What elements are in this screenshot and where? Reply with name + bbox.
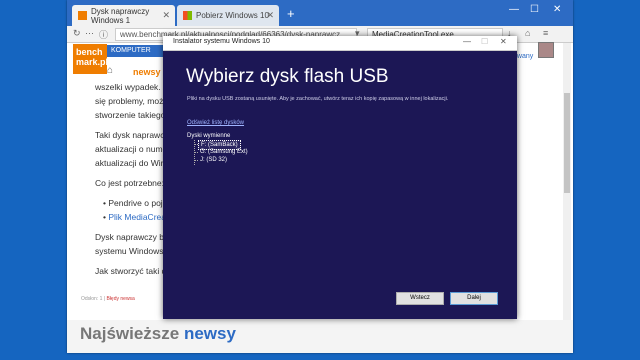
close-tab-icon[interactable]: ✕: [162, 10, 170, 21]
report-error-link[interactable]: Błędy newsa: [106, 296, 134, 302]
minimize-icon[interactable]: —: [463, 37, 471, 46]
dialog-title: Instalator systemu Windows 10: [173, 38, 270, 45]
avatar[interactable]: [538, 42, 554, 58]
drive-item-j[interactable]: J: (SD 32): [198, 156, 229, 164]
page-title: Wybierz dysk flash USB: [186, 66, 389, 87]
reload-icon[interactable]: ↻: [73, 28, 81, 39]
close-window-icon[interactable]: ✕: [553, 4, 561, 15]
article-meta: Odsłon: 1 | Błędy newsa: [81, 296, 135, 302]
article-link[interactable]: Plik MediaCrea: [108, 212, 166, 222]
new-tab-icon[interactable]: +: [287, 6, 295, 21]
maximize-icon[interactable]: ☐: [530, 4, 539, 15]
logo-text: bench: [76, 47, 103, 57]
tab-label: Pobierz Windows 10: [196, 11, 269, 20]
microsoft-favicon-icon: [183, 11, 192, 20]
drives-label: Dyski wymienne: [187, 133, 231, 139]
more-icon[interactable]: ⋯: [85, 28, 94, 39]
back-button[interactable]: Wstecz: [396, 292, 444, 305]
scrollbar-thumb[interactable]: [564, 93, 570, 193]
benchmark-favicon-icon: [78, 11, 87, 20]
close-tab-icon[interactable]: ✕: [266, 10, 274, 21]
drive-item-g[interactable]: G: (Samsung Ext): [198, 148, 250, 156]
tab-pobierz-windows[interactable]: Pobierz Windows 10 ✕: [177, 5, 279, 26]
tab-bar: Dysk naprawczy Windows 1 ✕ Pobierz Windo…: [67, 0, 573, 26]
scrollbar[interactable]: [563, 43, 571, 353]
minimize-icon[interactable]: —: [509, 4, 519, 15]
refresh-drives-link[interactable]: Odśwież listę dysków: [187, 120, 244, 126]
section-title: Najświeższe newsy: [80, 324, 236, 343]
menu-icon[interactable]: ≡: [543, 28, 548, 38]
logo-text: mark.pl: [76, 57, 109, 67]
benchmark-logo[interactable]: bench mark.pl: [73, 44, 109, 74]
maximize-icon: ☐: [481, 37, 489, 46]
home-icon[interactable]: ⌂: [107, 65, 113, 76]
footer-section: Najświeższe newsy: [67, 320, 573, 353]
warning-text: Pliki na dysku USB zostaną usunięte. Aby…: [187, 96, 449, 102]
installer-dialog: Instalator systemu Windows 10 — ☐ ✕ Wybi…: [163, 36, 517, 319]
next-button[interactable]: Dalej: [450, 292, 498, 305]
section-tagline[interactable]: newsy: [133, 67, 161, 77]
tab-dysk-naprawczy[interactable]: Dysk naprawczy Windows 1 ✕: [72, 5, 175, 26]
dialog-titlebar: Instalator systemu Windows 10 — ☐ ✕: [163, 36, 517, 51]
home-icon[interactable]: ⌂: [525, 28, 530, 38]
close-icon[interactable]: ✕: [500, 37, 507, 46]
info-icon[interactable]: ⓘ: [99, 28, 108, 41]
